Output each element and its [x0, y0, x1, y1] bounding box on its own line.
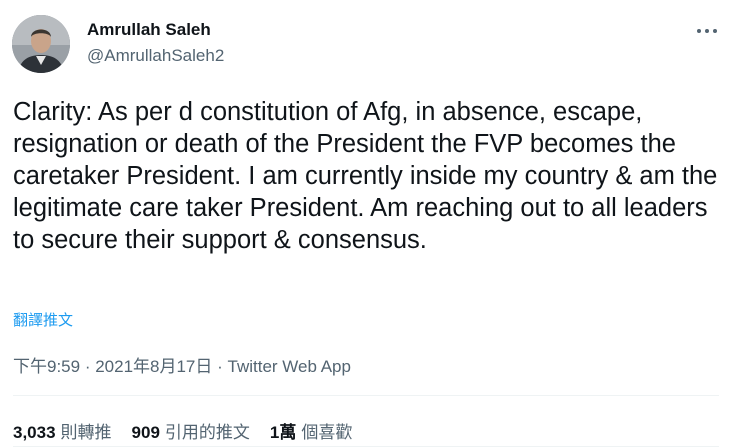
quotes-stat[interactable]: 909 引用的推文	[132, 418, 250, 443]
divider	[13, 395, 719, 396]
tweet-time[interactable]: 下午9:59	[13, 357, 80, 376]
tweet-stats: 3,033 則轉推 909 引用的推文 1萬 個喜歡	[13, 418, 372, 443]
tweet-source[interactable]: Twitter Web App	[228, 357, 351, 376]
likes-stat[interactable]: 1萬 個喜歡	[270, 418, 352, 443]
author-handle[interactable]: @AmrullahSaleh2	[87, 46, 224, 66]
tweet-meta: 下午9:59 · 2021年8月17日 · Twitter Web App	[13, 352, 351, 377]
likes-count: 1萬	[269, 423, 297, 442]
quotes-label: 引用的推文	[164, 423, 250, 442]
meta-separator: ·	[80, 357, 96, 376]
tweet-date[interactable]: 2021年8月17日	[95, 357, 212, 376]
meta-separator: ·	[212, 357, 228, 376]
translate-tweet-link[interactable]: 翻譯推文	[13, 309, 73, 330]
retweets-count: 3,033	[13, 423, 56, 442]
author-name[interactable]: Amrullah Saleh	[87, 20, 211, 40]
quotes-count: 909	[131, 423, 160, 442]
avatar[interactable]	[12, 15, 70, 73]
retweets-label: 則轉推	[60, 423, 112, 442]
avatar-photo	[12, 15, 70, 73]
tweet-text: Clarity: As per d constitution of Afg, i…	[13, 98, 718, 254]
more-button[interactable]	[692, 20, 722, 42]
retweets-stat[interactable]: 3,033 則轉推	[13, 418, 112, 443]
more-horizontal-icon	[697, 29, 717, 33]
likes-label: 個喜歡	[301, 423, 353, 442]
